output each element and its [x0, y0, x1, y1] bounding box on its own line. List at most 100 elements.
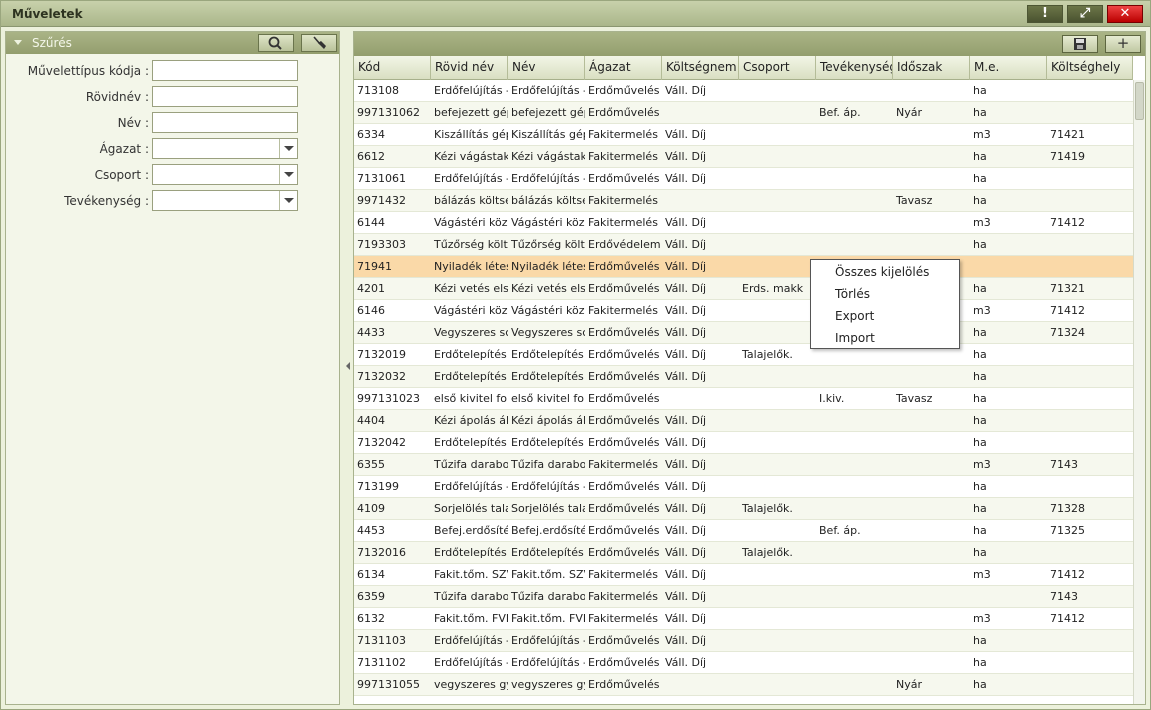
table-row[interactable]: 6146 Vágástéri köze Vágástéri köze Fakiterm…	[354, 300, 1133, 322]
cell-tevekenyseg: I.kiv.	[819, 392, 845, 405]
table-row[interactable]: 7132019 Erdőtelepítés - Erdőtelepítés - E…	[354, 344, 1133, 366]
vertical-scrollbar[interactable]	[1133, 80, 1145, 704]
cell-koltseghely	[1047, 256, 1133, 278]
cell-nev: Tűzifa darabolá	[511, 458, 585, 471]
column-header-tevekenyseg[interactable]: Tevékenység	[816, 56, 893, 80]
menu-item-import[interactable]: Import	[835, 328, 875, 348]
chevron-down-icon[interactable]	[279, 139, 297, 158]
column-header-rovid-nev[interactable]: Rövid név	[431, 56, 508, 80]
cell-idoszak	[893, 586, 970, 608]
cell-me: ha	[973, 282, 987, 295]
table-row[interactable]: 7193303 Tűzőrség költs Tűzőrség költs Erdőv…	[354, 234, 1133, 256]
table-row[interactable]: 6359Tűzifa daraboláTűzifa daraboláFakite…	[354, 586, 1133, 608]
cell-csoport	[739, 102, 816, 124]
table-row[interactable]: 7132032 Erdőtelepítés - Erdőtelepítés - E…	[354, 366, 1133, 388]
scrollbar-thumb[interactable]	[1135, 82, 1144, 120]
menu-item-export[interactable]: Export	[835, 306, 874, 326]
filter-header[interactable]: Szűrés	[6, 32, 339, 54]
column-header-kod[interactable]: Kód	[354, 56, 431, 80]
menu-item-delete[interactable]: Törlés	[835, 284, 870, 304]
table-row[interactable]: 7131061 Erdőfelújítás - TErdőfelújítás - …	[354, 168, 1133, 190]
cell-agazat: Fakitermelés	[588, 612, 658, 625]
menu-item-select-all[interactable]: Összes kijelölés	[835, 262, 929, 282]
save-button[interactable]	[1062, 35, 1098, 53]
collapse-caret-icon[interactable]	[14, 40, 22, 45]
cell-agazat: Erdőművelés	[588, 348, 660, 361]
cell-kod: 6359	[357, 590, 385, 603]
table-row[interactable]: 71941Nyiladék létesítNyiladék létesítErd…	[354, 256, 1133, 278]
cell-agazat: Fakitermelés	[588, 194, 658, 207]
table-row[interactable]: 7132042 Erdőtelepítés - Erdőtelepítés - E…	[354, 432, 1133, 454]
column-header-agazat[interactable]: Ágazat	[585, 56, 662, 80]
column-header-idoszak[interactable]: Időszak	[893, 56, 970, 80]
chevron-down-icon[interactable]	[279, 191, 297, 210]
cell-agazat: Erdőművelés	[588, 546, 660, 559]
table-row[interactable]: 997131055 vegyszeres gy vegyszeres gy Erdőm…	[354, 674, 1133, 696]
cell-rovid-nev: első kivitel forg	[434, 392, 508, 405]
cell-idoszak	[893, 542, 970, 564]
table-row[interactable]: 4453 Befej.erdősítés Befej.erdősítés Erdőmű…	[354, 520, 1133, 542]
cell-idoszak	[893, 454, 970, 476]
table-row[interactable]: 6355Tűzifa daraboláTűzifa daraboláFakite…	[354, 454, 1133, 476]
name-input[interactable]	[152, 112, 298, 133]
cell-agazat: Erdőművelés	[588, 656, 660, 669]
cell-me: ha	[973, 392, 987, 405]
search-button[interactable]	[258, 34, 294, 52]
cell-tevekenyseg	[816, 168, 893, 190]
cell-csoport: Talajelők.	[742, 348, 793, 361]
table-row[interactable]: 9971432bálázás költségbálázás költségFak…	[354, 190, 1133, 212]
table-row[interactable]: 997131062befejezett gépibefejezett gépiE…	[354, 102, 1133, 124]
cell-idoszak: Tavasz	[896, 392, 933, 405]
table-row[interactable]: 7132016 Erdőtelepítés - Erdőtelepítés - E…	[354, 542, 1133, 564]
cell-kod: 713199	[357, 480, 399, 493]
cell-koltseghely	[1047, 168, 1133, 190]
cell-csoport	[739, 256, 816, 278]
cell-rovid-nev: Vegyszeres sc	[434, 326, 508, 339]
cell-me: ha	[973, 678, 987, 691]
table-row[interactable]: 6132 Fakit.tőm. FVB Fakit.tőm. FVB Fakiterm…	[354, 608, 1133, 630]
info-button[interactable]: !	[1027, 5, 1063, 23]
cell-rovid-nev: Vágástéri köze	[434, 216, 508, 229]
cell-kod: 4201	[357, 282, 385, 295]
table-row[interactable]: 6612Kézi vágástakaKézi vágástakaFakiterm…	[354, 146, 1133, 168]
table-row[interactable]: 4404 Kézi ápolás áll.Kézi ápolás álloErdő…	[354, 410, 1133, 432]
cell-koltsegnem: Váll. Díj	[665, 546, 707, 559]
table-row[interactable]: 4109Sorjelölés talajeSorjelölés talajeEr…	[354, 498, 1133, 520]
cell-csoport	[739, 168, 816, 190]
column-header-nev[interactable]: Név	[508, 56, 585, 80]
add-button[interactable]: +	[1105, 35, 1141, 53]
cell-idoszak	[893, 168, 970, 190]
table-row[interactable]: 4201 Kézi vetés első Kézi vetés első Erdőmű…	[354, 278, 1133, 300]
cell-tevekenyseg	[816, 630, 893, 652]
table-row[interactable]: 6144 Vágástéri köze Vágástéri köze Fakiterm…	[354, 212, 1133, 234]
table-row[interactable]: 4433 Vegyszeres sc Vegyszeres sc Erdőművelé…	[354, 322, 1133, 344]
panel-splitter[interactable]	[344, 350, 352, 380]
table-row[interactable]: 997131023 első kivitel forgelső kivitel f…	[354, 388, 1133, 410]
table-row[interactable]: 6334Kiszállítás géppKiszállítás géppFaki…	[354, 124, 1133, 146]
restore-button[interactable]: ⤢	[1067, 5, 1103, 23]
close-button[interactable]: ✕	[1107, 5, 1143, 23]
table-row[interactable]: 713108 Erdőfelújítás - MErdőfelújítás - M…	[354, 80, 1133, 102]
table-row[interactable]: 7131102 Erdőfelújítás - IErdőfelújítás - …	[354, 652, 1133, 674]
table-row[interactable]: 713199 Erdőfelújítás - AErdőfelújítás - E…	[354, 476, 1133, 498]
clear-filter-button[interactable]	[301, 34, 337, 52]
cell-csoport	[739, 652, 816, 674]
table-row[interactable]: 6134 Fakit.tőm. SZV Fakit.tőm. SZV Fakiterm…	[354, 564, 1133, 586]
column-header-koltsegnem[interactable]: Költségnem	[662, 56, 739, 80]
short-name-input[interactable]	[152, 86, 298, 107]
cell-koltsegnem: Váll. Díj	[665, 524, 707, 537]
cell-rovid-nev: Nyiladék létesít	[434, 260, 508, 273]
filter-form: Művelettípus kódja : Rövidnév : Név : Ág…	[6, 54, 339, 704]
cell-idoszak	[893, 366, 970, 388]
cell-nev: Vágástéri köze	[511, 304, 585, 317]
table-row[interactable]: 7131103 Erdőfelújítás - AErdőfelújítás - …	[354, 630, 1133, 652]
column-header-koltseghely[interactable]: Költséghely	[1047, 56, 1133, 80]
activity-select[interactable]	[152, 190, 298, 211]
type-code-input[interactable]	[152, 60, 298, 81]
column-header-me[interactable]: M.e.	[970, 56, 1047, 80]
cell-rovid-nev: Tűzifa darabolá	[434, 458, 508, 471]
sector-select[interactable]	[152, 138, 298, 159]
group-select[interactable]	[152, 164, 298, 185]
column-header-csoport[interactable]: Csoport	[739, 56, 816, 80]
chevron-down-icon[interactable]	[279, 165, 297, 184]
